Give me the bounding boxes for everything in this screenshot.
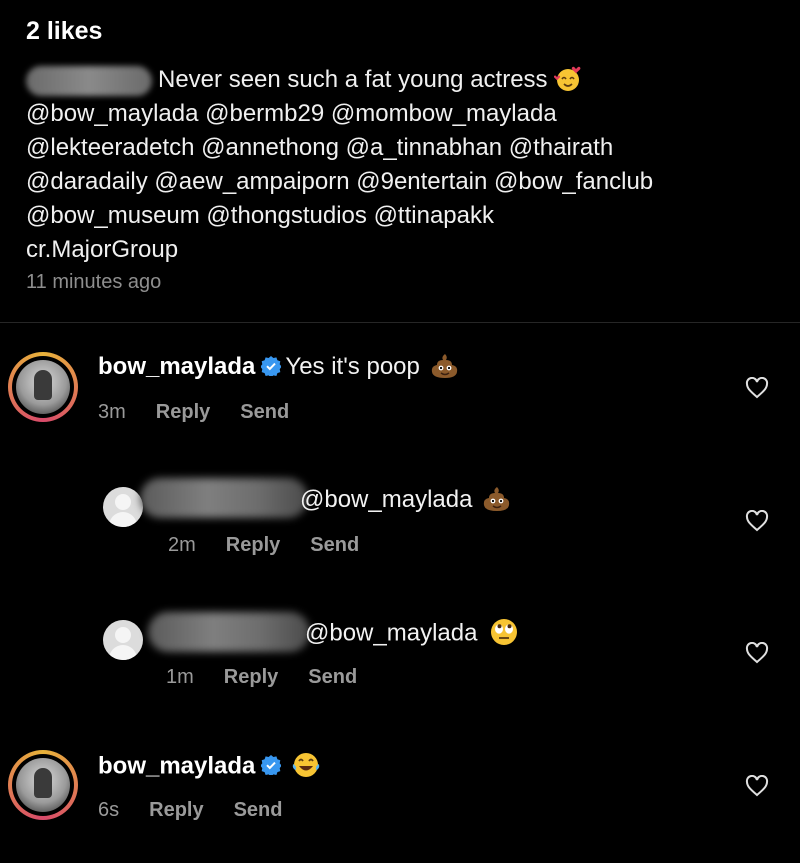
comment-meta: 2m Reply Send <box>168 534 389 557</box>
avatar-photo <box>16 758 70 812</box>
caption-line[interactable]: @daradaily @aew_ampaiporn @9entertain @b… <box>26 165 786 199</box>
comment-timestamp: 1m <box>166 666 194 688</box>
comment-timestamp: 6s <box>98 799 120 821</box>
reply-button[interactable]: Reply <box>156 401 210 423</box>
comment-username[interactable]: bow_maylada <box>98 353 255 380</box>
heart-icon[interactable] <box>745 377 769 399</box>
comment-timestamp: 3m <box>98 401 126 423</box>
caption-line[interactable]: @bow_maylada @bermb29 @mombow_maylada <box>26 97 786 131</box>
verified-badge-icon <box>261 755 282 775</box>
caption-line: cr.MajorGroup <box>26 236 179 263</box>
caption-timestamp: 11 minutes ago <box>26 271 162 293</box>
post-caption: 2 likes Never seen such a fat young actr… <box>0 0 800 322</box>
blurred-username <box>148 612 310 652</box>
blurred-username <box>26 65 152 96</box>
avatar[interactable] <box>103 620 143 660</box>
laughing-tears-emoji <box>293 753 320 777</box>
comment-timestamp: 2m <box>168 534 196 556</box>
comment-username[interactable]: bow_maylada <box>98 752 255 779</box>
send-button[interactable]: Send <box>240 401 289 423</box>
avatar[interactable] <box>8 750 78 820</box>
send-button[interactable]: Send <box>310 534 359 556</box>
reply-button[interactable]: Reply <box>149 799 203 821</box>
blurred-username <box>140 478 308 518</box>
comment-text[interactable]: @bow_maylada <box>300 486 472 513</box>
heart-icon[interactable] <box>745 775 769 797</box>
poop-emoji <box>484 486 510 511</box>
reply-button[interactable]: Reply <box>226 534 280 556</box>
divider <box>0 322 800 323</box>
poop-emoji <box>431 353 458 378</box>
comment-line: @bow_maylada <box>300 486 512 515</box>
caption-line[interactable]: @bow_museum @thongstudios @ttinapakk <box>26 199 786 233</box>
likes-count[interactable]: 2 likes <box>26 17 102 46</box>
send-button[interactable]: Send <box>308 666 357 688</box>
eye-roll-emoji <box>491 619 518 645</box>
heart-icon[interactable] <box>745 510 769 532</box>
caption-line[interactable]: @lekteeradetch @annethong @a_tinnabhan @… <box>26 131 786 165</box>
send-button[interactable]: Send <box>234 799 283 821</box>
comment-line: bow_maylada <box>98 752 321 782</box>
reply-button[interactable]: Reply <box>224 666 278 688</box>
verified-badge-icon <box>261 355 282 376</box>
smiling-hearts-emoji <box>553 66 580 91</box>
comment-meta: 1m Reply Send <box>166 666 387 689</box>
avatar-photo <box>16 360 70 414</box>
comment-text: Yes it's poop <box>285 353 420 380</box>
comment-text[interactable]: @bow_maylada <box>305 619 477 646</box>
comment-line: @bow_maylada <box>305 619 519 649</box>
comment-meta: 6s Reply Send <box>98 799 313 822</box>
avatar[interactable] <box>8 352 78 422</box>
caption-line: Never seen such a fat young actress <box>26 63 786 97</box>
caption-text: Never seen such a fat young actress @bow… <box>26 63 786 267</box>
comment-line: bow_maylada Yes it's poop <box>98 353 460 382</box>
avatar[interactable] <box>103 487 143 527</box>
comment-meta: 3m Reply Send <box>98 401 319 424</box>
heart-icon[interactable] <box>745 642 769 664</box>
